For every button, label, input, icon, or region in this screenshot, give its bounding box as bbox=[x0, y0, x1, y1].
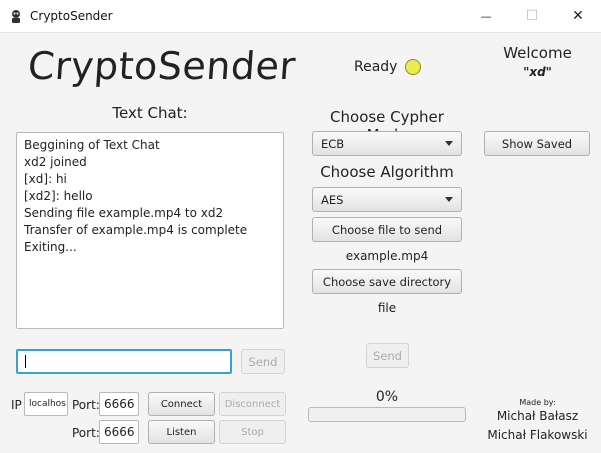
maximize-button[interactable]: ☐ bbox=[509, 0, 555, 32]
status-light-icon bbox=[405, 59, 421, 75]
ip-label: IP bbox=[11, 398, 22, 412]
cypher-mode-value: ECB bbox=[321, 136, 345, 151]
status-text: Ready bbox=[354, 59, 398, 75]
listen-port-input[interactable]: 6666 bbox=[99, 420, 139, 444]
selected-file-name: example.mp4 bbox=[345, 249, 429, 263]
connect-port-label: Port: bbox=[72, 398, 100, 412]
chat-send-button[interactable]: Send bbox=[241, 349, 285, 374]
username-label: "xd" bbox=[523, 65, 552, 79]
chat-message-input[interactable] bbox=[16, 349, 232, 374]
chat-line: [xd]: hi bbox=[24, 172, 67, 186]
choose-directory-button[interactable]: Choose save directory bbox=[312, 269, 462, 294]
author-name: Michał Flakowski bbox=[487, 428, 588, 442]
progress-percent: 0% bbox=[375, 389, 399, 405]
app-icon bbox=[12, 10, 20, 23]
chat-line: Sending file example.mp4 to xd2 bbox=[24, 206, 224, 220]
chat-line: xd2 joined bbox=[24, 155, 87, 169]
cypher-mode-select[interactable]: ECB bbox=[312, 131, 462, 156]
chevron-down-icon bbox=[445, 141, 453, 146]
window-title: CryptoSender bbox=[30, 9, 113, 23]
algorithm-label: Choose Algorithm bbox=[320, 163, 454, 181]
author-name: Michał Bałasz bbox=[496, 409, 579, 423]
chat-line: Transfer of example.mp4 is complete bbox=[24, 223, 248, 237]
listen-button[interactable]: Listen bbox=[148, 420, 215, 444]
connect-port-input[interactable]: 6666 bbox=[99, 392, 139, 416]
maximize-icon: ☐ bbox=[525, 8, 539, 24]
chevron-down-icon bbox=[445, 197, 453, 202]
chat-log[interactable]: Beggining of Text Chat xd2 joined [xd]: … bbox=[16, 132, 284, 329]
algorithm-select[interactable]: AES bbox=[312, 187, 462, 212]
connect-button[interactable]: Connect bbox=[148, 392, 215, 416]
choose-file-button[interactable]: Choose file to send bbox=[312, 217, 462, 242]
minimize-icon: — bbox=[480, 9, 492, 23]
selected-directory-name: file bbox=[377, 301, 397, 315]
stop-button[interactable]: Stop bbox=[219, 420, 286, 444]
chat-line: Beggining of Text Chat bbox=[24, 138, 160, 152]
title-bar: CryptoSender — ☐ ✕ bbox=[0, 0, 601, 33]
welcome-label: Welcome bbox=[503, 44, 572, 62]
text-caret bbox=[25, 355, 26, 368]
algorithm-value: AES bbox=[321, 192, 344, 207]
disconnect-button[interactable]: Disconnect bbox=[219, 392, 286, 416]
show-saved-button[interactable]: Show Saved bbox=[484, 131, 590, 156]
chat-line: [xd2]: hello bbox=[24, 189, 93, 203]
close-button[interactable]: ✕ bbox=[555, 0, 601, 32]
ip-input[interactable]: localhos bbox=[24, 392, 68, 416]
minimize-button[interactable]: — bbox=[463, 0, 509, 32]
close-icon: ✕ bbox=[572, 8, 584, 24]
chat-line: Exiting... bbox=[24, 240, 77, 254]
file-send-button[interactable]: Send bbox=[366, 343, 409, 368]
transfer-progress-bar bbox=[308, 407, 466, 422]
text-chat-title: Text Chat: bbox=[112, 104, 188, 122]
app-logo: CryptoSender bbox=[26, 44, 298, 88]
made-by-label: Made by: bbox=[519, 398, 556, 407]
listen-port-label: Port: bbox=[72, 426, 100, 440]
